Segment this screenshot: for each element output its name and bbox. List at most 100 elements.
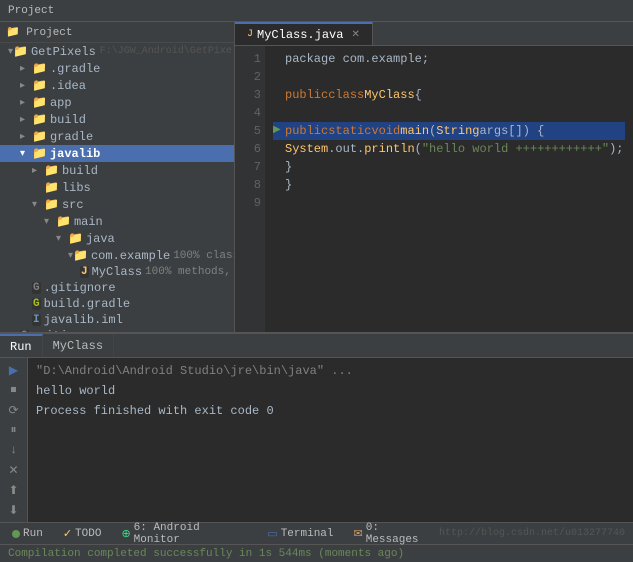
output-cmd-line: "D:\Android\Android Studio\jre\bin\java"… — [36, 362, 625, 380]
terminal-icon: ▭ — [267, 527, 277, 541]
rerun-button[interactable]: ⟳ — [4, 402, 24, 418]
label-app-root: app — [50, 96, 72, 110]
myclass-tab-label: MyClass — [53, 339, 103, 353]
run-indicator-5: ▶ — [273, 122, 285, 140]
label-javalib-root: javalib — [50, 147, 100, 161]
compile-status: Compilation completed successfully in 1s… — [0, 544, 633, 562]
tab-myclass-java[interactable]: J MyClass.java ✕ — [235, 22, 373, 45]
icon-myclass: J — [80, 266, 89, 278]
line-numbers: 123456789 — [235, 46, 265, 332]
code-line-8: } — [273, 176, 625, 194]
sidebar-item-com-example[interactable]: 📁com.example 100% classes, 75% R... — [0, 247, 234, 264]
label-gradle-root2: gradle — [50, 130, 93, 144]
bottom-content: ▶ ⏹ ⟳ ⏸ ↓ ✕ ⬆ ⬇ "D:\Android\Android Stud… — [0, 358, 633, 522]
icon-java-javalib: 📁 — [68, 231, 83, 246]
status-messages-label: 0: Messages — [366, 522, 435, 546]
line-number-3: 3 — [235, 86, 261, 104]
status-tab-messages[interactable]: ✉ 0: Messages — [350, 522, 439, 546]
icon-com-example: 📁 — [73, 248, 88, 263]
up-button[interactable]: ⬆ — [4, 482, 24, 498]
tab-label: MyClass.java — [257, 28, 343, 42]
code-line-2 — [273, 68, 625, 86]
watermark: http://blog.csdn.net/u013277740 — [439, 528, 625, 539]
line-number-6: 6 — [235, 140, 261, 158]
label-build-gradle1: build.gradle — [44, 297, 130, 311]
status-tab-android[interactable]: ⊕ 6: Android Monitor — [117, 522, 251, 546]
output-exit-line: Process finished with exit code 0 — [36, 402, 625, 420]
sidebar-item-main-javalib[interactable]: 📁main — [0, 213, 234, 230]
sidebar-item-gitignore1[interactable]: G.gitignore — [0, 280, 234, 296]
icon-libs-javalib: 📁 — [44, 180, 59, 195]
icon-javalib-iml: I — [32, 314, 41, 326]
sidebar-item-src-javalib[interactable]: 📁src — [0, 196, 234, 213]
status-tab-run[interactable]: Run — [8, 528, 47, 540]
sidebar-item-myclass[interactable]: JMyClass 100% methods, 75%... — [0, 264, 234, 280]
status-tab-terminal[interactable]: ▭ Terminal — [263, 527, 337, 541]
output-hello-line: hello world — [36, 382, 625, 400]
sidebar-header: 📁 Project — [0, 22, 234, 43]
bottom-tab-run[interactable]: Run — [0, 334, 43, 357]
label-com-example: com.example — [91, 249, 170, 263]
sidebar-item-java-javalib[interactable]: 📁java — [0, 230, 234, 247]
line-number-7: 7 — [235, 158, 261, 176]
stop-button[interactable]: ⏹ — [4, 382, 24, 398]
label-libs-javalib: libs — [62, 181, 91, 195]
sidebar-item-getpixels-root[interactable]: 📁GetPixelsF:\JGW_Android\GetPixels — [0, 43, 234, 60]
status-tabs: Run ✓ TODO ⊕ 6: Android Monitor ▭ Termin… — [8, 522, 439, 546]
title-bar: Project — [0, 0, 633, 22]
icon-getpixels-root: 📁 — [13, 44, 28, 59]
clear-button[interactable]: ✕ — [4, 462, 24, 478]
label-getpixels-root: GetPixels — [31, 45, 96, 59]
run-button[interactable]: ▶ — [4, 362, 24, 378]
sidebar-item-app-root[interactable]: 📁app — [0, 94, 234, 111]
run-tab-label: Run — [10, 340, 32, 354]
label-gradle-root: .gradle — [50, 62, 100, 76]
sidebar-item-build-javalib[interactable]: 📁build — [0, 162, 234, 179]
bottom-tab-myclass[interactable]: MyClass — [43, 334, 114, 357]
sidebar-item-build-root[interactable]: 📁build — [0, 111, 234, 128]
run-dot — [12, 530, 20, 538]
sidebar-item-build-gradle1[interactable]: Gbuild.gradle — [0, 296, 234, 312]
icon-idea-root: 📁 — [32, 78, 47, 93]
icon-main-javalib: 📁 — [56, 214, 71, 229]
sidebar-item-gradle-root[interactable]: 📁.gradle — [0, 60, 234, 77]
icon-gradle-root: 📁 — [32, 61, 47, 76]
status-tab-todo[interactable]: ✓ TODO — [59, 527, 106, 541]
line-number-9: 9 — [235, 194, 261, 212]
title-text: Project — [8, 5, 54, 17]
status-terminal-label: Terminal — [281, 528, 334, 540]
tab-close-icon[interactable]: ✕ — [351, 29, 359, 41]
icon-build-javalib: 📁 — [44, 163, 59, 178]
line-number-8: 8 — [235, 176, 261, 194]
bottom-tabs: Run MyClass — [0, 334, 633, 358]
coverage-com-example: 100% classes, 75% R... — [173, 250, 235, 262]
code-line-4 — [273, 104, 625, 122]
sidebar-item-gradle-root2[interactable]: 📁gradle — [0, 128, 234, 145]
pause-button[interactable]: ⏸ — [4, 422, 24, 438]
code-line-5: ▶ public static void main(String args[])… — [273, 122, 625, 140]
icon-build-root: 📁 — [32, 112, 47, 127]
code-line-9 — [273, 194, 625, 212]
code-line-1: package com.example; — [273, 50, 625, 68]
sidebar-item-javalib-iml[interactable]: Ijavalib.iml — [0, 312, 234, 328]
sidebar-item-libs-javalib[interactable]: 📁libs — [0, 179, 234, 196]
label-src-javalib: src — [62, 198, 84, 212]
bottom-panel: Run MyClass ▶ ⏹ ⟳ ⏸ ↓ ✕ ⬆ ⬇ "D:\Android\… — [0, 332, 633, 522]
line-number-1: 1 — [235, 50, 261, 68]
label-build-javalib: build — [62, 164, 98, 178]
line-number-2: 2 — [235, 68, 261, 86]
sidebar-item-idea-root[interactable]: 📁.idea — [0, 77, 234, 94]
bottom-toolbar: ▶ ⏹ ⟳ ⏸ ↓ ✕ ⬆ ⬇ — [0, 358, 28, 522]
scroll-end-button[interactable]: ↓ — [4, 442, 24, 458]
sidebar: 📁 Project 📁GetPixelsF:\JGW_Android\GetPi… — [0, 22, 235, 332]
todo-icon: ✓ — [63, 527, 72, 541]
down-button[interactable]: ⬇ — [4, 502, 24, 518]
editor-content: 123456789 package com.example;public cla… — [235, 46, 633, 332]
sidebar-item-javalib-root[interactable]: 📁javalib — [0, 145, 234, 162]
main-container: 📁 Project 📁GetPixelsF:\JGW_Android\GetPi… — [0, 22, 633, 522]
label-main-javalib: main — [74, 215, 103, 229]
top-area: 📁 Project 📁GetPixelsF:\JGW_Android\GetPi… — [0, 22, 633, 332]
icon-javalib-root: 📁 — [32, 146, 47, 161]
coverage-myclass: 100% methods, 75%... — [145, 266, 235, 278]
code-area[interactable]: package com.example;public class MyClass… — [265, 46, 633, 332]
